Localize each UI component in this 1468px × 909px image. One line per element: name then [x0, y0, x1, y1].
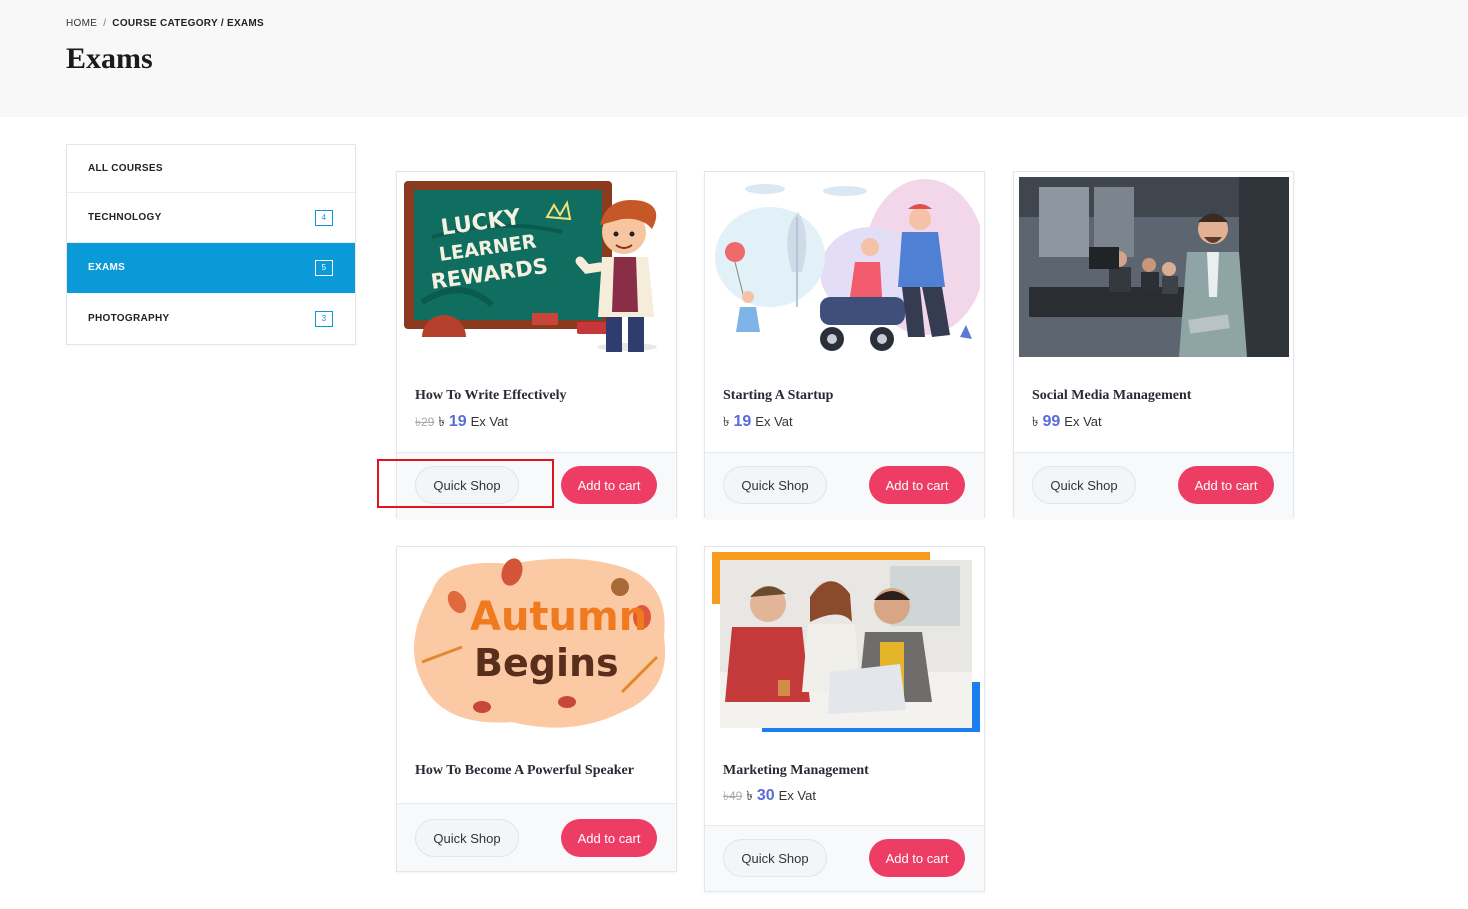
course-title[interactable]: Starting A Startup — [723, 388, 833, 404]
ex-vat-label: Ex Vat — [470, 414, 508, 429]
sidebar-item-all-courses[interactable]: ALL COURSES — [67, 145, 355, 193]
autumn-image-text: Begins — [474, 641, 619, 685]
quick-shop-button[interactable]: Quick Shop — [1032, 466, 1136, 504]
currency-symbol: ৳ — [746, 788, 753, 803]
course-thumbnail-office[interactable] — [1019, 177, 1289, 357]
ex-vat-label: Ex Vat — [1064, 414, 1102, 429]
card-footer: Quick Shop Add to cart — [1014, 452, 1293, 518]
sidebar-item-label: TECHNOLOGY — [88, 212, 162, 223]
breadcrumb-current: COURSE CATEGORY / EXAMS — [112, 18, 265, 29]
add-to-cart-button[interactable]: Add to cart — [1178, 466, 1274, 504]
course-title[interactable]: Social Media Management — [1032, 388, 1191, 404]
card-footer: Quick Shop Add to cart — [705, 452, 984, 518]
page-header: HOME / COURSE CATEGORY / EXAMS Exams — [0, 0, 1468, 117]
card-footer: Quick Shop Add to cart — [397, 452, 676, 518]
category-sidebar: ALL COURSES TECHNOLOGY 4 EXAMS 5 PHOTOGR… — [66, 144, 356, 345]
sidebar-item-photography[interactable]: PHOTOGRAPHY 3 — [67, 293, 355, 344]
course-price: ৳ 19 Ex Vat — [723, 413, 793, 434]
page-title: Exams — [66, 42, 153, 75]
quick-shop-button[interactable]: Quick Shop — [723, 839, 827, 877]
course-title[interactable]: How To Write Effectively — [415, 388, 567, 404]
sidebar-item-label: ALL COURSES — [88, 163, 163, 174]
sidebar-item-count: 4 — [315, 209, 333, 226]
breadcrumb: HOME / COURSE CATEGORY / EXAMS — [66, 18, 264, 29]
course-card: Autumn Begins How To Become A Powerful S… — [396, 546, 677, 872]
current-price: 19 — [448, 413, 467, 430]
course-price: ৳ 99 Ex Vat — [1032, 413, 1102, 434]
course-title[interactable]: How To Become A Powerful Speaker — [415, 763, 634, 779]
add-to-cart-button[interactable]: Add to cart — [869, 466, 965, 504]
course-thumbnail-startup[interactable] — [710, 177, 980, 357]
quick-shop-button[interactable]: Quick Shop — [723, 466, 827, 504]
course-thumbnail-chalkboard[interactable]: LUCKY LEARNER REWARDS — [402, 177, 672, 357]
sidebar-item-count: 3 — [315, 310, 333, 327]
sidebar-item-exams[interactable]: EXAMS 5 — [67, 243, 355, 293]
course-price: ৳29 ৳ 19 Ex Vat — [415, 413, 508, 434]
quick-shop-button[interactable]: Quick Shop — [415, 819, 519, 857]
course-card: LUCKY LEARNER REWARDS How To Write Effec… — [396, 171, 677, 518]
add-to-cart-button[interactable]: Add to cart — [561, 819, 657, 857]
sidebar-item-label: PHOTOGRAPHY — [88, 313, 170, 324]
current-price: 99 — [1042, 413, 1061, 430]
breadcrumb-home-link[interactable]: HOME — [66, 18, 97, 29]
old-price: ৳29 — [415, 414, 434, 434]
breadcrumb-separator: / — [103, 18, 107, 29]
old-price: ৳49 — [723, 788, 742, 808]
autumn-image-text: Autumn — [470, 594, 647, 640]
card-footer: Quick Shop Add to cart — [397, 803, 676, 871]
course-card: Social Media Management ৳ 99 Ex Vat Quick… — [1013, 171, 1294, 518]
currency-symbol: ৳ — [438, 414, 445, 429]
currency-symbol: ৳ — [1032, 414, 1039, 429]
currency-symbol: ৳ — [723, 414, 730, 429]
course-card: Marketing Management ৳49 ৳ 30 Ex Vat Quic… — [704, 546, 985, 892]
card-footer: Quick Shop Add to cart — [705, 825, 984, 891]
course-price: ৳49 ৳ 30 Ex Vat — [723, 787, 816, 808]
old-price-value: 29 — [420, 415, 435, 429]
current-price: 19 — [733, 413, 752, 430]
sidebar-item-technology[interactable]: TECHNOLOGY 4 — [67, 193, 355, 243]
course-thumbnail-autumn[interactable]: Autumn Begins — [402, 552, 672, 732]
old-price-value: 49 — [728, 789, 743, 803]
ex-vat-label: Ex Vat — [755, 414, 793, 429]
ex-vat-label: Ex Vat — [778, 788, 816, 803]
quick-shop-button[interactable]: Quick Shop — [415, 466, 519, 504]
sidebar-item-count: 5 — [315, 259, 333, 276]
sidebar-item-label: EXAMS — [88, 262, 126, 273]
current-price: 30 — [756, 787, 775, 804]
course-card: Starting A Startup ৳ 19 Ex Vat Quick Shop… — [704, 171, 985, 518]
course-thumbnail-marketing[interactable] — [710, 552, 980, 732]
add-to-cart-button[interactable]: Add to cart — [561, 466, 657, 504]
add-to-cart-button[interactable]: Add to cart — [869, 839, 965, 877]
course-title[interactable]: Marketing Management — [723, 763, 869, 779]
